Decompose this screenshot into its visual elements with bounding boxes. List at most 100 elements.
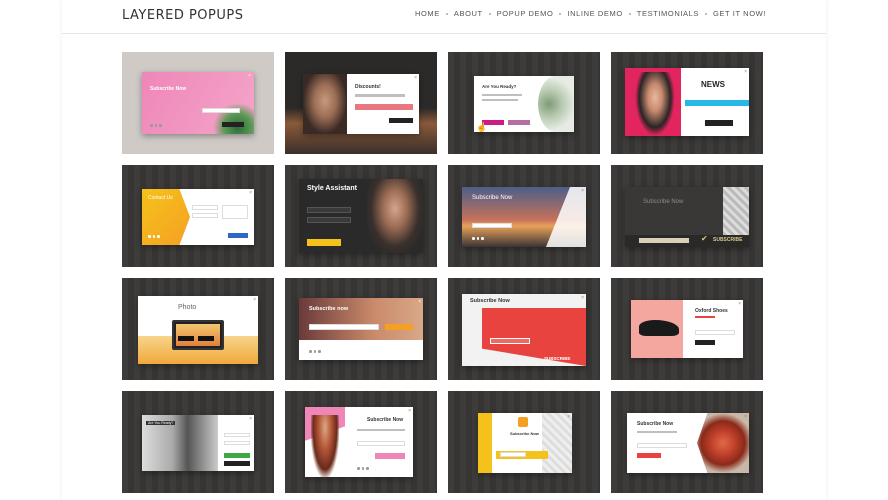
site-logo[interactable]: LAYERED POPUPS	[122, 8, 244, 23]
close-icon[interactable]: ×	[249, 190, 252, 196]
yes-button[interactable]	[224, 453, 250, 458]
close-icon[interactable]: ×	[249, 416, 252, 422]
email-field[interactable]	[224, 441, 250, 445]
popup-title: Oxford Shoes	[695, 308, 728, 314]
subscribe-button[interactable]	[375, 453, 405, 459]
demo-tile-14[interactable]: Subscribe Now ×	[285, 391, 437, 493]
close-icon[interactable]: ×	[253, 297, 256, 303]
close-icon[interactable]: ×	[567, 414, 570, 420]
white-slant-panel	[546, 187, 586, 247]
subscribe-button[interactable]	[222, 122, 244, 127]
no-button[interactable]	[224, 461, 250, 466]
demo-tile-4[interactable]: NEWS ×	[611, 52, 763, 154]
email-field[interactable]	[637, 443, 687, 448]
message-field[interactable]	[222, 205, 248, 219]
close-icon[interactable]: ×	[744, 414, 747, 420]
social-icons	[150, 124, 162, 127]
popup-demo-grid: Subscribe Now × Discounts! × Are You Rea…	[122, 52, 765, 493]
close-icon[interactable]: ×	[738, 301, 741, 307]
email-field[interactable]	[500, 452, 526, 457]
demo-tile-6[interactable]: Style Assistant	[285, 165, 437, 267]
close-icon[interactable]: ×	[744, 69, 747, 75]
submit-button[interactable]	[389, 118, 413, 123]
close-icon[interactable]: ×	[248, 73, 251, 79]
demo-tile-12[interactable]: Oxford Shoes ×	[611, 278, 763, 380]
close-icon[interactable]: ×	[414, 75, 417, 81]
checkmark-icon: ✔	[701, 234, 708, 243]
demo-tile-1[interactable]: Subscribe Now ×	[122, 52, 274, 154]
submit-button[interactable]	[705, 120, 733, 126]
subscribe-label[interactable]: SUBSCRIBE	[713, 237, 742, 243]
sketch-image	[542, 413, 572, 473]
nav-home[interactable]: HOME	[415, 9, 440, 18]
email-field[interactable]	[355, 104, 413, 110]
email-field[interactable]	[357, 441, 405, 446]
laptop-screen	[176, 324, 220, 346]
app-store-button[interactable]	[178, 336, 194, 341]
popup-title: Contact Us	[148, 195, 173, 201]
demo-tile-16[interactable]: Subscribe Now ×	[611, 391, 763, 493]
demo-tile-7[interactable]: Subscribe Now ×	[448, 165, 600, 267]
email-field[interactable]	[490, 338, 530, 344]
nav-about[interactable]: ABOUT	[454, 9, 483, 18]
google-play-button[interactable]	[198, 336, 214, 341]
palm-image	[214, 102, 254, 134]
close-icon[interactable]: ×	[408, 408, 411, 414]
price-line	[695, 316, 715, 318]
demo-tile-11[interactable]: Subscribe Now SUBSCRIBE ×	[448, 278, 600, 380]
name-field[interactable]	[307, 207, 351, 213]
close-icon[interactable]: ×	[581, 188, 584, 194]
subscribe-button[interactable]	[637, 453, 661, 458]
popup-title: Photo	[178, 304, 197, 311]
model-image	[635, 72, 675, 136]
subscribe-label[interactable]: SUBSCRIBE	[544, 356, 571, 361]
name-field[interactable]	[192, 205, 218, 210]
cyan-banner	[685, 100, 749, 106]
text-line	[482, 99, 518, 101]
email-field[interactable]	[192, 213, 218, 218]
pointer-cursor-icon: ☝	[476, 122, 488, 132]
laptop-image	[172, 320, 224, 350]
header-image	[299, 298, 423, 340]
nav-get-it-now[interactable]: GET IT NOW!	[713, 9, 766, 18]
close-icon[interactable]: ×	[581, 295, 584, 301]
email-field[interactable]	[307, 217, 351, 223]
nav-popup-demo[interactable]: POPUP DEMO	[497, 9, 554, 18]
email-field[interactable]	[202, 108, 240, 113]
popup-preview: Subscribe Now ✔ SUBSCRIBE	[625, 187, 749, 247]
nav-separator	[559, 12, 562, 15]
send-button[interactable]	[228, 233, 248, 238]
popup-title: Subscribe Now	[637, 421, 674, 427]
pizza-image	[697, 413, 749, 473]
name-field[interactable]	[224, 433, 250, 437]
popup-preview: Subscribe Now SUBSCRIBE ×	[462, 294, 586, 366]
nav-inline-demo[interactable]: INLINE DEMO	[567, 9, 622, 18]
demo-tile-2[interactable]: Discounts! ×	[285, 52, 437, 154]
popup-preview: Subscribe now ×	[299, 298, 423, 360]
demo-tile-10[interactable]: Subscribe now ×	[285, 278, 437, 380]
demo-tile-5[interactable]: Contact Us ×	[122, 165, 274, 267]
submit-button[interactable]	[385, 324, 413, 330]
social-icons	[472, 237, 484, 240]
man-portrait-image	[367, 179, 423, 253]
submit-button[interactable]	[307, 239, 341, 246]
popup-preview: Style Assistant	[299, 179, 423, 253]
demo-tile-8[interactable]: Subscribe Now ✔ SUBSCRIBE	[611, 165, 763, 267]
demo-tile-15[interactable]: Subscribe Now ×	[448, 391, 600, 493]
no-button[interactable]	[508, 120, 530, 125]
popup-preview: Subscribe Now ×	[627, 413, 749, 473]
email-field[interactable]	[309, 324, 379, 330]
gift-icon	[518, 417, 528, 427]
close-icon[interactable]: ×	[418, 299, 421, 305]
email-field[interactable]	[639, 238, 689, 243]
popup-preview: Contact Us ×	[142, 189, 254, 245]
nav-testimonials[interactable]: TESTIMONIALS	[637, 9, 699, 18]
email-field[interactable]	[472, 223, 512, 228]
demo-tile-9[interactable]: Photo ×	[122, 278, 274, 380]
email-field[interactable]	[695, 330, 735, 335]
popup-preview: Subscribe Now ×	[462, 187, 586, 247]
buy-button[interactable]	[695, 340, 715, 345]
demo-tile-3[interactable]: Are You Ready? ☝	[448, 52, 600, 154]
site-header: LAYERED POPUPS HOME ABOUT POPUP DEMO INL…	[62, 0, 826, 34]
demo-tile-13[interactable]: Are You Ready? ×	[122, 391, 274, 493]
